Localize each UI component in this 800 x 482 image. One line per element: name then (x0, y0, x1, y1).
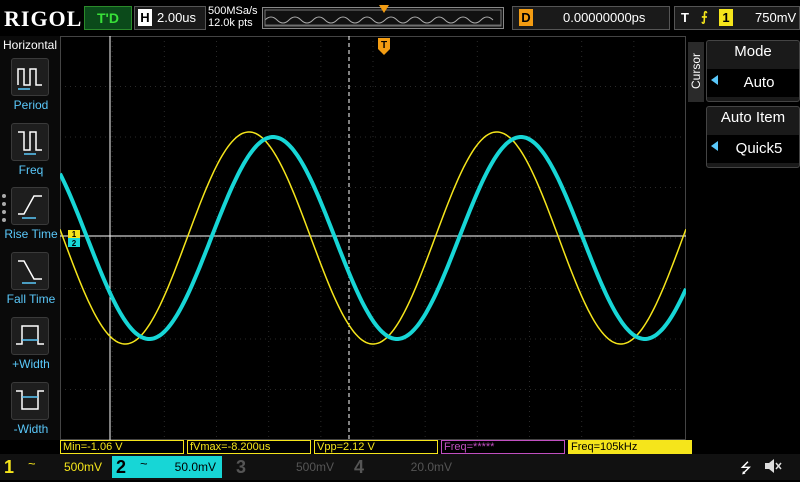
ch2-number: 2 (116, 457, 127, 477)
auto-item-title: Auto Item (720, 109, 786, 126)
measurement-min[interactable]: Min=-1.06 V (60, 440, 184, 454)
select-arrow-icon (711, 141, 718, 151)
measure-rise-time-button[interactable]: Rise Time (4, 187, 58, 247)
delay-label: D (519, 9, 533, 26)
usb-icon: ⭍ (740, 460, 752, 476)
auto-item-value: Quick5 (735, 140, 783, 157)
ch2-trace (58, 135, 688, 341)
menu-title: Horizontal (2, 38, 58, 52)
period-icon (11, 58, 49, 96)
rise-time-label: Rise Time (4, 227, 58, 241)
measurement-freq[interactable]: Freq=105kHz (568, 440, 692, 454)
memory-trigger-marker-icon (379, 5, 389, 13)
period-label: Period (13, 98, 49, 112)
timebase-readout[interactable]: H 2.00us (134, 6, 206, 30)
channel-status-bar: 1 ~ 500mV 2 ~ 50.0mV 3 500mV 4 20.0mV ⭍ (0, 454, 800, 480)
rising-edge-icon: ⨍ (701, 9, 708, 24)
mode-title: Mode (734, 43, 772, 60)
timebase-value: 2.00us (157, 10, 197, 25)
trigger-label: T (681, 10, 689, 25)
memory-depth: 12.0k pts (208, 17, 253, 29)
freq-icon (11, 123, 49, 161)
memory-waveform-overview[interactable] (262, 5, 504, 29)
trigger-delay-readout[interactable]: D 0.00000000ps (512, 6, 670, 30)
ac-coupling-icon: ~ (28, 456, 36, 471)
cursor-menu-tab[interactable]: Cursor (688, 42, 704, 102)
measure-pos-width-button[interactable]: +Width (4, 317, 58, 377)
ch4-scale: 20.0mV (410, 460, 452, 474)
ch1-scale: 500mV (63, 460, 102, 474)
cursor-tab-label: Cursor (689, 53, 703, 90)
waveform-plot (58, 35, 688, 441)
horizontal-label: H (138, 9, 152, 26)
ch2-scale: 50.0mV (174, 460, 216, 474)
ch4-number: 4 (354, 457, 365, 477)
neg-width-icon (11, 382, 49, 420)
freq-label: Freq (18, 163, 44, 177)
pos-width-label: +Width (12, 357, 50, 371)
trigger-source: 1 (719, 9, 733, 26)
fall-time-label: Fall Time (6, 292, 56, 306)
auto-item-softkey[interactable]: Auto Item Quick5 (706, 106, 800, 168)
measurement-results-bar: Min=-1.06 V fVmax=-8.200us Vpp=2.12 V Fr… (60, 440, 800, 454)
ch1-ground-label: 1 (72, 230, 77, 239)
run-status-badge[interactable]: T'D (84, 6, 132, 30)
mode-value: Auto (743, 74, 775, 91)
neg-width-label: -Width (13, 422, 49, 436)
delay-value: 0.00000000ps (563, 10, 646, 25)
cursor-mode-softkey[interactable]: Mode Auto (706, 40, 800, 102)
measurement-fvmax[interactable]: fVmax=-8.200us (187, 440, 311, 454)
channel-ground-markers[interactable]: 1 2 (68, 230, 82, 248)
ch4-status[interactable]: 4 20.0mV (350, 456, 458, 478)
ac-coupling-icon: ~ (140, 456, 148, 471)
mode-value-field: Auto (707, 69, 799, 97)
trigger-level: 750mV (755, 10, 797, 25)
measure-fall-time-button[interactable]: Fall Time (4, 252, 58, 312)
ch1-number: 1 (4, 457, 15, 477)
ch1-status[interactable]: 1 ~ 500mV (0, 456, 108, 478)
ch3-number: 3 (236, 457, 247, 477)
ch2-ground-label: 2 (72, 239, 77, 248)
graticule (59, 35, 687, 441)
ch3-scale: 500mV (295, 460, 334, 474)
sample-rate: 500MSa/s (208, 5, 258, 17)
ch3-status[interactable]: 3 500mV (232, 456, 340, 478)
acquisition-info: 500MSa/s 12.0k pts (208, 5, 258, 29)
pos-width-icon (11, 317, 49, 355)
trigger-position-marker[interactable]: T (378, 38, 390, 56)
fall-time-icon (11, 252, 49, 290)
ch1-trace (59, 131, 687, 345)
trigger-position-label: T (381, 40, 387, 51)
measure-neg-width-button[interactable]: -Width (4, 382, 58, 442)
rise-time-icon (11, 187, 49, 225)
ch2-status[interactable]: 2 ~ 50.0mV (112, 456, 222, 478)
trigger-settings-readout[interactable]: T ⨍ 1 750mV (674, 6, 800, 30)
measurement-vpp[interactable]: Vpp=2.12 V (314, 440, 438, 454)
measure-freq-button[interactable]: Freq (4, 123, 58, 183)
speaker-muted-icon[interactable] (764, 458, 782, 474)
auto-item-value-field: Quick5 (707, 135, 799, 163)
select-arrow-icon (711, 75, 718, 85)
measure-period-button[interactable]: Period (4, 58, 58, 118)
rigol-logo: RIGOL (4, 6, 83, 31)
measurement-freq-ch3[interactable]: Freq=***** (441, 440, 565, 454)
waveform-display[interactable] (58, 35, 688, 441)
